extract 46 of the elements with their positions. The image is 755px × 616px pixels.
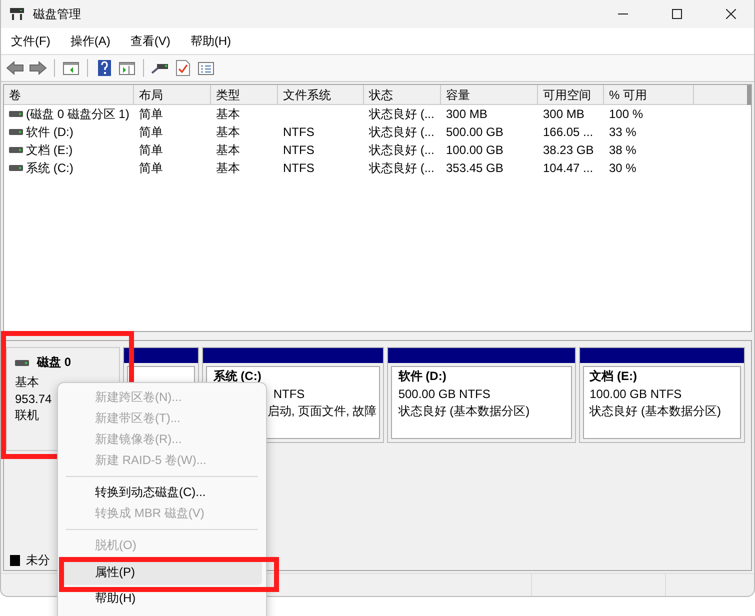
table-cell: NTFS	[283, 161, 314, 175]
partition-info: 启动, 页面文件, 故障	[266, 403, 374, 420]
table-cell: 100.00 GB	[446, 143, 504, 157]
disk-size: 953.74	[15, 392, 52, 406]
partition-info: 500.00 GB NTFS	[398, 387, 492, 401]
table-cell: NTFS	[283, 143, 314, 157]
table-cell: 33 %	[609, 125, 636, 139]
table-cell: 基本	[216, 160, 240, 176]
partition-title: 文档 (E:)	[590, 368, 638, 385]
table-cell: 104.47 ...	[543, 161, 594, 175]
volume-name: 软件 (D:)	[26, 124, 74, 140]
table-cell: 500.00 GB	[446, 125, 504, 139]
table-cell: 状态良好 (...	[369, 142, 434, 158]
table-cell: 状态良好 (...	[369, 106, 434, 122]
partition-info: 100.00 GB NTFS	[590, 387, 683, 401]
volume-name: (磁盘 0 磁盘分区 1)	[26, 106, 130, 122]
partition-info: 状态良好 (基本数据分区)	[590, 403, 722, 420]
partition-info: 状态良好 (基本数据分区)	[398, 403, 531, 420]
table-cell: 166.05 ...	[543, 125, 594, 139]
table-cell: 简单	[139, 106, 163, 122]
table-cell: 简单	[139, 124, 163, 140]
table-cell: 300 MB	[543, 107, 584, 121]
table-cell: 30 %	[609, 161, 636, 175]
volume-name: 文档 (E:)	[26, 142, 73, 158]
table-cell: 简单	[139, 160, 163, 176]
disk-status: 联机	[15, 407, 39, 424]
table-cell: 简单	[139, 142, 163, 158]
table-cell: 100 %	[609, 107, 644, 121]
table-cell: 353.45 GB	[446, 161, 504, 175]
partition-info: NTFS	[272, 387, 306, 401]
table-cell: 38 %	[609, 143, 636, 157]
table-cell: 状态良好 (...	[369, 160, 434, 176]
disk-name: 磁盘 0	[37, 354, 72, 371]
table-cell: 基本	[216, 124, 240, 140]
table-cell: 300 MB	[446, 107, 488, 121]
partition-title: 系统 (C:)	[213, 368, 262, 385]
table-cell: 基本	[216, 106, 240, 122]
volume-name: 系统 (C:)	[26, 160, 74, 176]
table-cell: 38.23 GB	[543, 143, 594, 157]
disk-type: 基本	[15, 374, 39, 391]
table-cell: 基本	[216, 142, 240, 158]
table-cell: NTFS	[283, 125, 314, 139]
legend-label: 未分	[26, 552, 50, 568]
window-title: 磁盘管理	[33, 6, 82, 22]
partition-title: 软件 (D:)	[398, 368, 448, 385]
table-cell: 状态良好 (...	[369, 124, 434, 140]
